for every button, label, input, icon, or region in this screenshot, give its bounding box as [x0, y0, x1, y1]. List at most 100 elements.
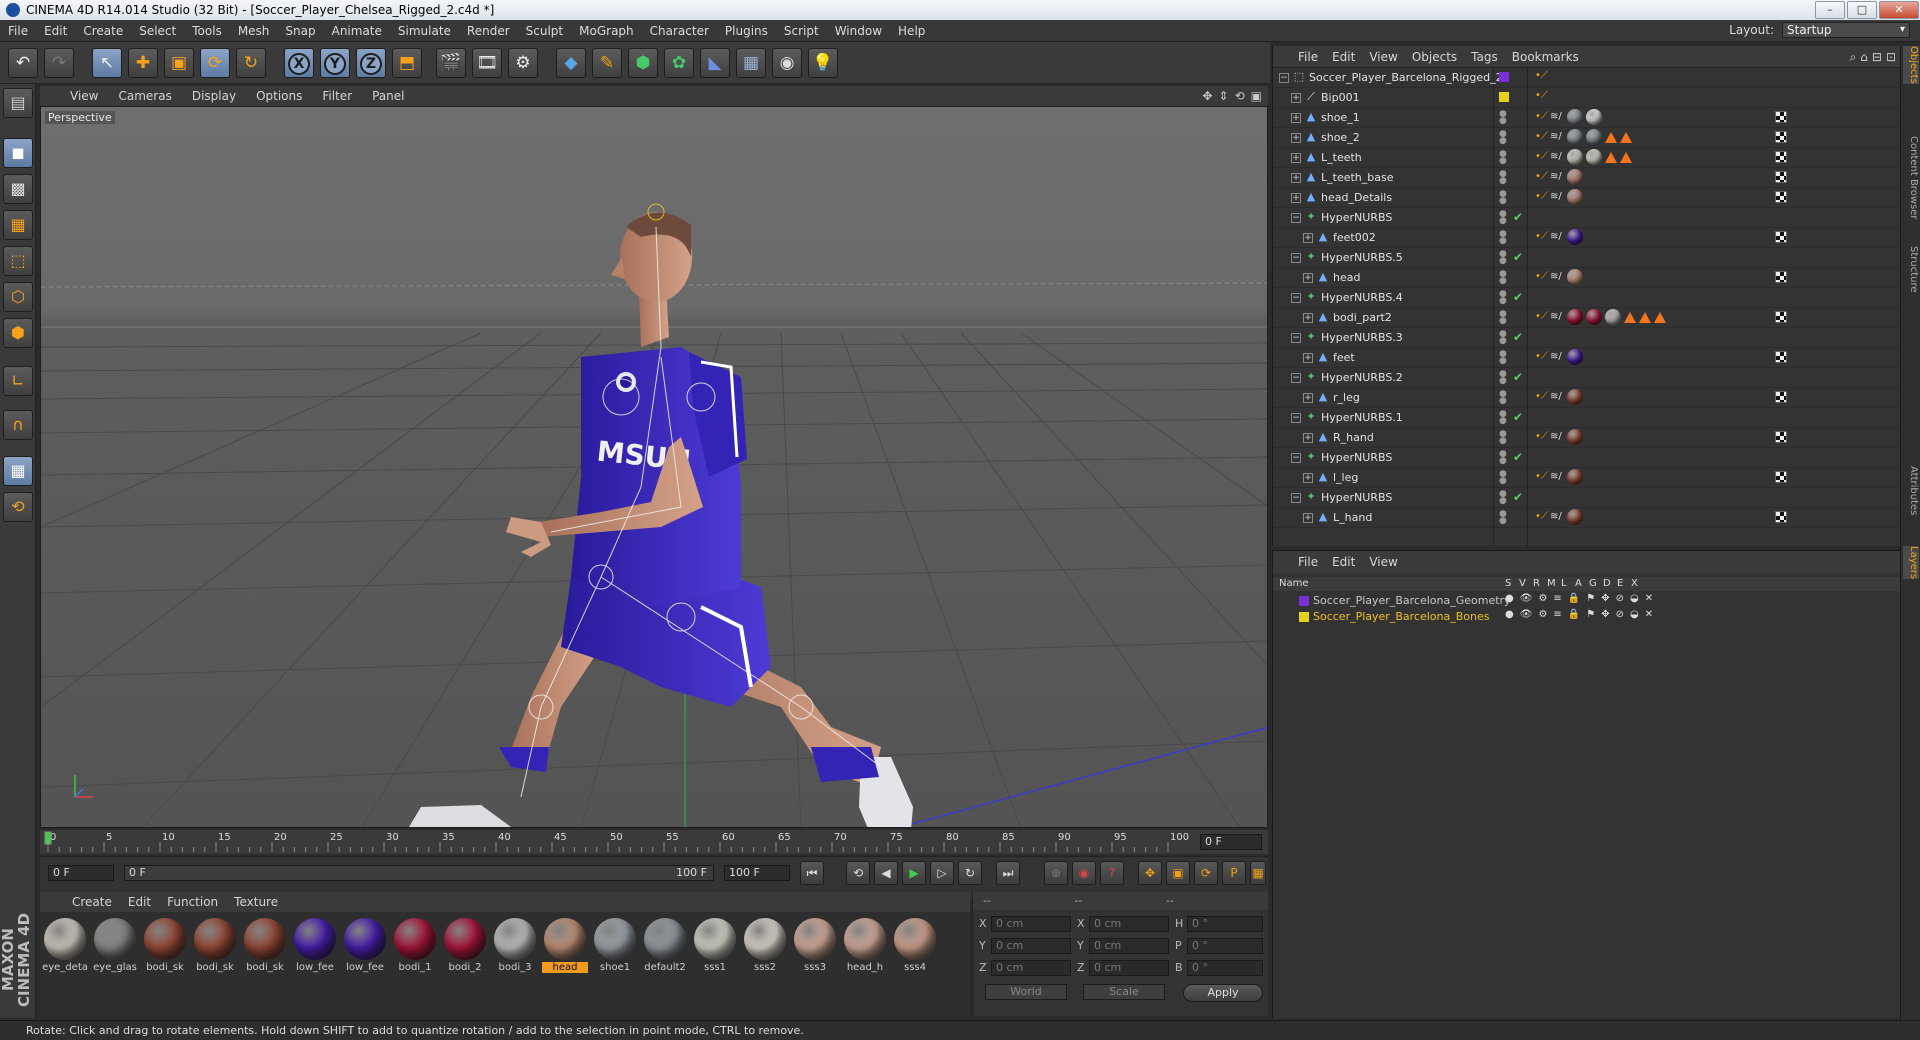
uvw-tag-icon[interactable]: [1775, 431, 1787, 443]
object-name[interactable]: HyperNURBS.3: [1321, 331, 1403, 344]
visibility-dots[interactable]: ● ●: [1499, 510, 1507, 526]
visibility-dots[interactable]: ● ●: [1499, 470, 1507, 486]
key-parameter-icon[interactable]: P: [1222, 861, 1246, 885]
object-row[interactable]: + ▲ L_teeth_base ● ● •⟋ ≋/: [1273, 168, 1901, 188]
material-swatch[interactable]: sss4: [892, 916, 938, 976]
scale-icon[interactable]: ▣: [164, 48, 194, 78]
tree-expand-toggle[interactable]: −: [1291, 213, 1301, 223]
phong-tag-icon[interactable]: ≋/: [1550, 270, 1564, 284]
visibility-dots[interactable]: ● ●: [1499, 170, 1507, 186]
edges-mode-icon[interactable]: ⬡: [3, 282, 33, 312]
object-menu-file[interactable]: File: [1291, 50, 1325, 64]
phong-tag-icon[interactable]: ≋/: [1550, 470, 1564, 484]
tree-expand-toggle[interactable]: +: [1291, 93, 1301, 103]
material-tag-icon[interactable]: [1567, 129, 1583, 145]
record-keys-icon[interactable]: ⟲: [846, 861, 870, 885]
home-icon[interactable]: ⌂: [1860, 50, 1868, 65]
layer-flag-toggle[interactable]: ⚑: [1586, 593, 1595, 604]
loop-icon[interactable]: ↻: [958, 861, 982, 885]
uvw-tag-icon[interactable]: [1775, 131, 1787, 143]
render-view-icon[interactable]: 🎬: [436, 48, 466, 78]
selection-tag-icon[interactable]: [1605, 131, 1617, 143]
layer-column-d[interactable]: D: [1603, 578, 1611, 589]
material-swatch[interactable]: shoe1: [592, 916, 638, 976]
ik-tag-icon[interactable]: •⟋: [1535, 69, 1548, 83]
tree-expand-toggle[interactable]: +: [1291, 173, 1301, 183]
size-field[interactable]: 0 cm: [1089, 960, 1169, 976]
material-swatch[interactable]: bodi_1: [392, 916, 438, 976]
ik-tag-icon[interactable]: •⟋: [1535, 310, 1548, 324]
size-mode-dropdown[interactable]: Scale: [1083, 984, 1165, 1000]
menu-file[interactable]: File: [0, 20, 36, 42]
make-editable-icon[interactable]: ▤: [3, 88, 33, 118]
layer-flag-toggle[interactable]: 🔒: [1568, 593, 1580, 604]
coordinate-mode-dropdown[interactable]: World: [985, 984, 1067, 1000]
material-swatch[interactable]: bodi_2: [442, 916, 488, 976]
material-swatch[interactable]: eye_deta: [42, 916, 88, 976]
layer-flag-toggle[interactable]: ⚙: [1538, 609, 1547, 620]
object-row[interactable]: + ▲ L_hand ● ● •⟋ ≋/: [1273, 508, 1901, 528]
ik-tag-icon[interactable]: •⟋: [1535, 230, 1548, 244]
visibility-dots[interactable]: ● ●: [1499, 130, 1507, 146]
start-frame-field[interactable]: 0 F: [48, 865, 114, 881]
object-row[interactable]: + ▲ L_teeth ● ● •⟋ ≋/: [1273, 148, 1901, 168]
material-tag-icon[interactable]: [1605, 309, 1621, 325]
texture-mode-icon[interactable]: ▩: [3, 174, 33, 204]
layer-menu-view[interactable]: View: [1362, 555, 1404, 569]
object-name[interactable]: head: [1333, 271, 1360, 284]
tree-expand-toggle[interactable]: +: [1291, 133, 1301, 143]
material-tag-icon[interactable]: [1567, 349, 1583, 365]
selection-tag-icon[interactable]: [1620, 151, 1632, 163]
uvw-tag-icon[interactable]: [1775, 111, 1787, 123]
tree-expand-toggle[interactable]: −: [1291, 373, 1301, 383]
phong-tag-icon[interactable]: ≋/: [1550, 170, 1564, 184]
object-name[interactable]: HyperNURBS.5: [1321, 251, 1403, 264]
tree-expand-toggle[interactable]: −: [1291, 293, 1301, 303]
tree-expand-toggle[interactable]: −: [1291, 333, 1301, 343]
phong-tag-icon[interactable]: ≋/: [1550, 230, 1564, 244]
layer-color-swatch[interactable]: [1499, 72, 1509, 82]
phong-tag-icon[interactable]: ≋/: [1550, 510, 1564, 524]
model-mode-icon[interactable]: ◼: [3, 138, 33, 168]
dock-tab-structure[interactable]: Structure: [1903, 246, 1919, 293]
object-name[interactable]: r_leg: [1333, 391, 1360, 404]
tree-expand-toggle[interactable]: +: [1291, 193, 1301, 203]
uvw-tag-icon[interactable]: [1775, 351, 1787, 363]
viewport-menu-panel[interactable]: Panel: [362, 89, 414, 103]
polygons-mode-icon[interactable]: ⬢: [3, 318, 33, 348]
key-position-icon[interactable]: ✥: [1138, 861, 1162, 885]
lock-icon[interactable]: ⊡: [1886, 50, 1896, 65]
phong-tag-icon[interactable]: ≋/: [1550, 130, 1564, 144]
enabled-check-icon[interactable]: ✔: [1513, 450, 1523, 464]
ik-tag-icon[interactable]: •⟋: [1535, 390, 1548, 404]
material-tag-icon[interactable]: [1567, 149, 1583, 165]
size-field[interactable]: 0 cm: [1089, 916, 1169, 932]
visibility-dots[interactable]: ● ●: [1499, 210, 1507, 226]
rotate-icon[interactable]: ⟳: [200, 48, 230, 78]
tree-expand-toggle[interactable]: +: [1291, 113, 1301, 123]
material-menu-create[interactable]: Create: [64, 895, 120, 909]
render-settings-icon[interactable]: ⚙: [508, 48, 538, 78]
menu-select[interactable]: Select: [131, 20, 184, 42]
layer-flag-toggle[interactable]: 👁: [1520, 593, 1533, 604]
menu-snap[interactable]: Snap: [277, 20, 323, 42]
ik-tag-icon[interactable]: •⟋: [1535, 270, 1548, 284]
menu-tools[interactable]: Tools: [184, 20, 230, 42]
layer-flag-toggle[interactable]: ⚙: [1538, 593, 1547, 604]
new-view-icon[interactable]: ⊟: [1872, 50, 1882, 65]
selection-tag-icon[interactable]: [1624, 311, 1636, 323]
layer-column-g[interactable]: G: [1589, 578, 1597, 589]
object-name[interactable]: L_hand: [1333, 511, 1372, 524]
viewport-menu-view[interactable]: View: [60, 89, 108, 103]
dock-tab-attributes[interactable]: Attributes: [1903, 466, 1919, 515]
material-tag-icon[interactable]: [1567, 509, 1583, 525]
material-swatch[interactable]: low_fee: [342, 916, 388, 976]
light-icon[interactable]: 💡: [808, 48, 838, 78]
visibility-dots[interactable]: ● ●: [1499, 410, 1507, 426]
maximize-button[interactable]: □: [1847, 1, 1877, 19]
selection-tag-icon[interactable]: [1639, 311, 1651, 323]
object-name[interactable]: HyperNURBS.4: [1321, 291, 1403, 304]
redo-icon[interactable]: ↷: [44, 48, 74, 78]
material-swatch[interactable]: low_fee: [292, 916, 338, 976]
visibility-dots[interactable]: ● ●: [1499, 290, 1507, 306]
